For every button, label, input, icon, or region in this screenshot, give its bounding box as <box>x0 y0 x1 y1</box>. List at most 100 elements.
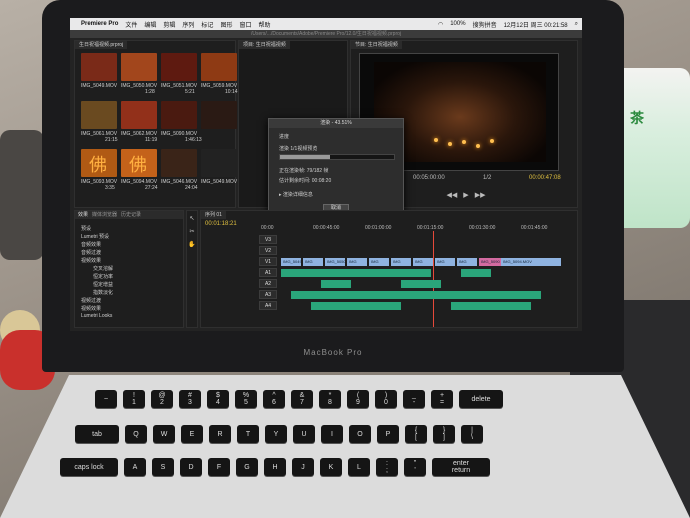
keyboard-key[interactable]: & 7 <box>291 390 313 408</box>
audio-clip[interactable] <box>321 280 351 288</box>
video-clip[interactable]: IMG_5090 <box>479 258 503 266</box>
effects-tree-item[interactable]: 预设 <box>81 225 91 232</box>
clip-thumbnail[interactable]: 佛 <box>121 149 157 177</box>
menu-file[interactable]: 文件 <box>125 20 137 29</box>
video-clip[interactable]: IMG_5050 <box>325 258 345 266</box>
keyboard-key[interactable]: $ 4 <box>207 390 229 408</box>
tab-project[interactable]: 生日祝福视频.prproj <box>75 41 128 49</box>
keyboard-key[interactable]: Y <box>265 425 287 443</box>
video-clip[interactable]: IMG <box>347 258 367 266</box>
selection-tool-icon[interactable]: ↖ <box>187 215 197 222</box>
keyboard-key[interactable]: H <box>264 458 286 476</box>
input-method[interactable]: 搜狗拼音 <box>473 20 497 29</box>
video-clip[interactable]: IMG <box>391 258 411 266</box>
render-details[interactable]: ▸ 渲染详细信息 <box>279 191 313 198</box>
keyboard-key[interactable]: ! 1 <box>123 390 145 408</box>
menu-sequence[interactable]: 序列 <box>182 20 194 29</box>
video-clip[interactable]: IMG <box>457 258 477 266</box>
menu-marker[interactable]: 标记 <box>201 20 213 29</box>
app-menu[interactable]: Premiere Pro <box>81 21 118 27</box>
menu-graphics[interactable]: 图形 <box>220 20 232 29</box>
effects-tree-item[interactable]: 交叉溶解 <box>93 265 113 272</box>
audio-clip[interactable] <box>461 269 491 277</box>
audio-clip[interactable] <box>451 302 531 310</box>
menubar-clock[interactable]: 12月12日 周三 00:21:58 <box>504 20 568 29</box>
track-header[interactable]: V2 <box>259 246 277 255</box>
keyboard-key[interactable]: Q <box>125 425 147 443</box>
step-forward-icon[interactable]: ▶▶ <box>475 191 486 201</box>
video-clip[interactable]: IMG <box>303 258 323 266</box>
effects-tree-item[interactable]: Lumetri Looks <box>81 313 112 319</box>
clip-thumbnail[interactable] <box>161 101 197 129</box>
keyboard-key[interactable]: * 8 <box>319 390 341 408</box>
keyboard-key[interactable]: U <box>293 425 315 443</box>
razor-tool-icon[interactable]: ✂ <box>187 228 197 235</box>
keyboard-key[interactable]: D <box>180 458 202 476</box>
keyboard-key[interactable]: K <box>320 458 342 476</box>
clip-thumbnail[interactable] <box>81 101 117 129</box>
audio-clip[interactable] <box>311 302 401 310</box>
track-header[interactable]: V3 <box>259 235 277 244</box>
effects-tree-item[interactable]: 视频效果 <box>81 257 101 264</box>
keyboard-key[interactable]: : ; <box>376 458 398 476</box>
track-header[interactable]: A1 <box>259 268 277 277</box>
keyboard-key[interactable]: + = <box>431 390 453 408</box>
video-clip[interactable]: IMG_5049 <box>281 258 301 266</box>
keyboard-key[interactable]: F <box>208 458 230 476</box>
clip-thumbnail[interactable] <box>81 53 117 81</box>
menu-help[interactable]: 帮助 <box>258 20 270 29</box>
clip-thumbnail[interactable] <box>121 53 157 81</box>
keyboard-key[interactable]: E <box>181 425 203 443</box>
keyboard-key[interactable]: R <box>209 425 231 443</box>
track-header[interactable]: A2 <box>259 279 277 288</box>
video-clip[interactable]: IMG <box>369 258 389 266</box>
clip-thumbnail[interactable] <box>201 53 237 81</box>
keyboard-key[interactable]: caps lock <box>60 458 118 476</box>
hand-tool-icon[interactable]: ✋ <box>187 241 197 248</box>
keyboard-key[interactable]: ~ <box>95 390 117 408</box>
tab-history[interactable]: 历史记录 <box>121 211 141 219</box>
keyboard-key[interactable]: @ 2 <box>151 390 173 408</box>
tab-source[interactable]: 项目: 生日祝福视频 <box>239 41 290 49</box>
keyboard-key[interactable]: ) 0 <box>375 390 397 408</box>
keyboard-key[interactable]: L <box>348 458 370 476</box>
audio-clip[interactable] <box>401 280 441 288</box>
clip-thumbnail[interactable] <box>161 149 197 177</box>
keyboard-key[interactable]: O <box>349 425 371 443</box>
step-back-icon[interactable]: ◀◀ <box>447 191 458 201</box>
timeline-timecode[interactable]: 00:01:18:21 <box>205 221 237 227</box>
keyboard-key[interactable]: enter return <box>432 458 490 476</box>
keyboard-key[interactable]: % 5 <box>235 390 257 408</box>
battery-level[interactable]: 100% <box>450 21 465 27</box>
audio-clip[interactable] <box>291 291 541 299</box>
clip-thumbnail[interactable]: 佛 <box>81 149 117 177</box>
tab-program[interactable]: 节目: 生日祝福视频 <box>351 41 402 49</box>
clip-thumbnail[interactable] <box>201 101 237 129</box>
keyboard-key[interactable]: W <box>153 425 175 443</box>
effects-tree-item[interactable]: 恒定功率 <box>93 273 113 280</box>
keyboard-key[interactable]: tab <box>75 425 119 443</box>
keyboard-key[interactable]: { [ <box>405 425 427 443</box>
keyboard-key[interactable]: I <box>321 425 343 443</box>
keyboard-key[interactable]: G <box>236 458 258 476</box>
audio-clip[interactable] <box>281 269 431 277</box>
keyboard-key[interactable]: ( 9 <box>347 390 369 408</box>
track-header[interactable]: A3 <box>259 290 277 299</box>
keyboard-key[interactable]: S <box>152 458 174 476</box>
clip-thumbnail[interactable] <box>201 149 237 177</box>
track-header[interactable]: V1 <box>259 257 277 266</box>
keyboard-key[interactable]: } ] <box>433 425 455 443</box>
keyboard-key[interactable]: P <box>377 425 399 443</box>
play-icon[interactable]: ▶ <box>463 191 468 201</box>
tab-effects[interactable]: 效果 <box>75 211 88 219</box>
video-clip[interactable]: IMG_5094.MOV <box>501 258 561 266</box>
track-header[interactable]: A4 <box>259 301 277 310</box>
keyboard-key[interactable]: # 3 <box>179 390 201 408</box>
playhead[interactable] <box>433 231 434 327</box>
menu-window[interactable]: 窗口 <box>239 20 251 29</box>
keyboard-key[interactable]: delete <box>459 390 503 408</box>
search-icon[interactable]: ⌕ <box>575 21 578 28</box>
tab-sequence[interactable]: 序列 01 <box>201 211 226 219</box>
effects-tree-item[interactable]: 视频效果 <box>81 305 101 312</box>
menu-edit[interactable]: 编辑 <box>144 20 156 29</box>
